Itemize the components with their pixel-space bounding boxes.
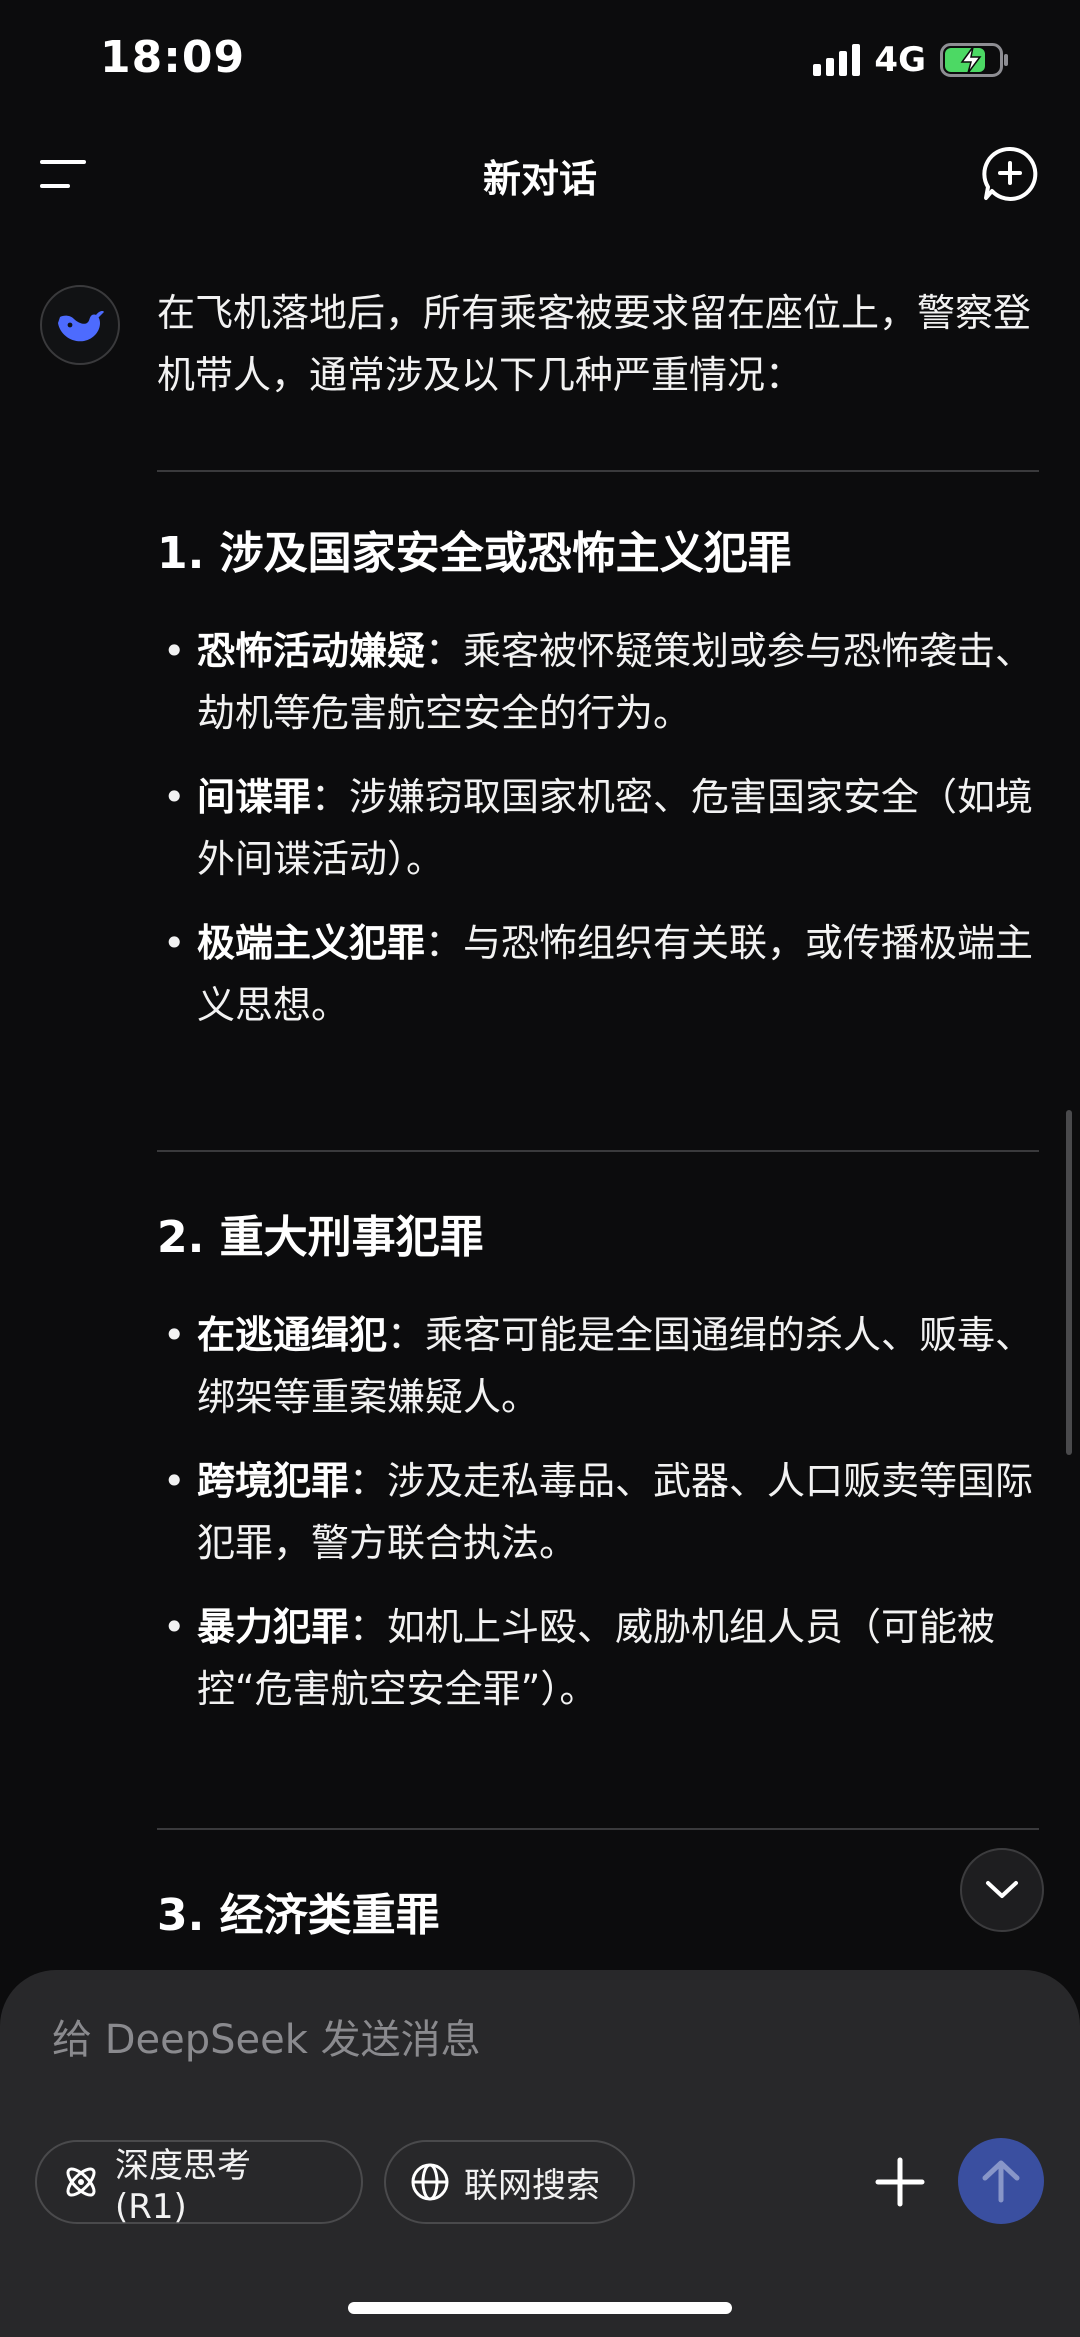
bullet-list: 恐怖活动嫌疑：乘客被怀疑策划或参与恐怖袭击、劫机等危害航空安全的行为。 间谍罪：… xyxy=(157,620,1039,1036)
section-title-3: 3. 经济类重罪 xyxy=(157,1890,440,1941)
list-item: 暴力犯罪：如机上斗殴、威胁机组人员（可能被控“危害航空安全罪”）。 xyxy=(157,1596,1039,1720)
assistant-avatar xyxy=(40,285,120,365)
deep-think-button[interactable]: 深度思考 (R1) xyxy=(35,2140,363,2227)
globe-icon xyxy=(411,2163,449,2201)
assistant-message: 在飞机落地后，所有乘客被要求留在座位上，警察登机带人，通常涉及以下几种严重情况：… xyxy=(157,282,1039,1946)
list-item: 在逃通缉犯：乘客可能是全国通缉的杀人、贩毒、绑架等重案嫌疑人。 xyxy=(157,1304,1039,1428)
message-composer: 深度思考 (R1) 联网搜索 xyxy=(0,1970,1080,2337)
section-title-2: 2. 重大刑事犯罪 xyxy=(157,1212,484,1263)
network-type: 4G xyxy=(874,40,926,80)
home-indicator[interactable] xyxy=(348,2302,732,2314)
message-intro: 在飞机落地后，所有乘客被要求留在座位上，警察登机带人，通常涉及以下几种严重情况： xyxy=(157,291,1032,397)
list-item: 跨境犯罪：涉及走私毒品、武器、人口贩卖等国际犯罪，警方联合执法。 xyxy=(157,1450,1039,1574)
bullet-list: 在逃通缉犯：乘客可能是全国通缉的杀人、贩毒、绑架等重案嫌疑人。 跨境犯罪：涉及走… xyxy=(157,1304,1039,1720)
list-item: 极端主义犯罪：与恐怖组织有关联，或传播极端主义思想。 xyxy=(157,912,1039,1036)
section-title-1: 1. 涉及国家安全或恐怖主义犯罪 xyxy=(157,528,792,579)
web-search-label: 联网搜索 xyxy=(464,2165,600,2206)
attach-button[interactable] xyxy=(864,2146,936,2218)
scrollbar[interactable] xyxy=(1066,1110,1072,1455)
plus-icon xyxy=(875,2157,925,2207)
atom-icon xyxy=(66,2167,96,2197)
deep-think-label: 深度思考 (R1) xyxy=(115,2145,251,2227)
page-title: 新对话 xyxy=(482,157,597,201)
web-search-button[interactable]: 联网搜索 xyxy=(384,2140,635,2224)
status-time: 18:09 xyxy=(100,32,246,83)
battery-icon xyxy=(940,43,1008,77)
deepseek-whale-icon xyxy=(58,311,104,342)
status-bar: 18:09 4G xyxy=(0,0,1080,120)
message-input[interactable] xyxy=(52,2010,1012,2070)
list-item: 间谍罪：涉嫌窃取国家机密、危害国家安全（如境外间谍活动）。 xyxy=(157,766,1039,890)
status-indicators: 4G xyxy=(813,40,1010,80)
new-chat-icon[interactable] xyxy=(980,144,1040,204)
signal-icon xyxy=(813,44,861,76)
scroll-to-bottom-button[interactable] xyxy=(960,1848,1044,1932)
list-item: 恐怖活动嫌疑：乘客被怀疑策划或参与恐怖袭击、劫机等危害航空安全的行为。 xyxy=(157,620,1039,744)
chevron-down-icon xyxy=(986,1881,1018,1898)
arrow-up-icon xyxy=(982,2160,1020,2203)
nav-bar: 新对话 xyxy=(0,130,1080,220)
send-button[interactable] xyxy=(958,2138,1044,2224)
